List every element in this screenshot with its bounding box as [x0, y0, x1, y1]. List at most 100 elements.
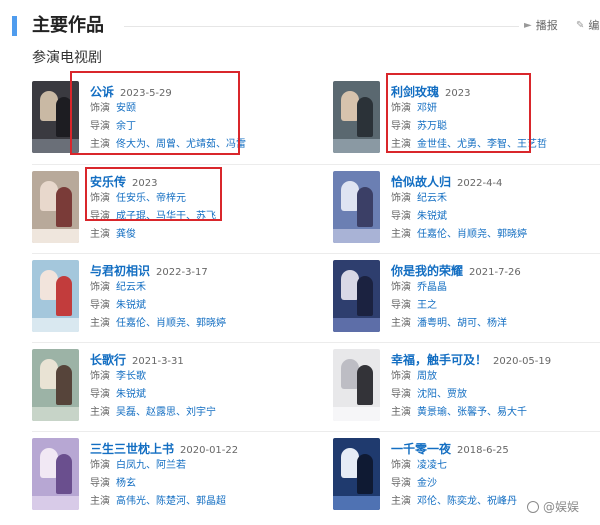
drama-poster[interactable] [333, 438, 380, 510]
cast-link[interactable]: 肖顺尧 [447, 229, 487, 240]
cast-link[interactable]: 潘粤明 [417, 318, 447, 329]
drama-poster[interactable] [32, 260, 79, 332]
edit-button[interactable]: ✎ 编 [576, 18, 599, 34]
cast-link[interactable]: 高伟光 [116, 496, 146, 507]
role-label: 饰演 [90, 371, 110, 382]
drama-title-link[interactable]: 长歌行 [90, 353, 126, 367]
cast-link[interactable]: 邓伦 [417, 496, 437, 507]
drama-poster[interactable] [32, 349, 79, 421]
cast-link[interactable]: 郭晓婷 [186, 318, 226, 329]
cast-link[interactable]: 郭晶超 [186, 496, 226, 507]
drama-title-link[interactable]: 与君初相识 [90, 264, 150, 278]
poster-figure [56, 97, 72, 137]
director-label: 导演 [391, 478, 411, 489]
role-label: 饰演 [391, 193, 411, 204]
drama-poster[interactable] [32, 171, 79, 243]
drama-title-link[interactable]: 利剑玫瑰 [391, 85, 439, 99]
cast-link[interactable]: 王艺哲 [507, 139, 547, 150]
cast-line: 主演吴磊赵露思刘宇宁 [90, 404, 300, 421]
cast-link[interactable]: 杨洋 [477, 318, 507, 329]
director-line: 导演 朱锐斌 [391, 208, 600, 225]
drama-poster[interactable] [32, 81, 79, 153]
cast-link[interactable]: 任嘉伦 [417, 229, 447, 240]
drama-release-date: 2022-3-17 [156, 267, 208, 278]
cast-label: 主演 [391, 496, 411, 507]
role-value[interactable]: 纪云禾 [417, 193, 447, 204]
cast-link[interactable]: 吴磊 [116, 407, 136, 418]
cast-link[interactable]: 尤勇 [447, 139, 477, 150]
cast-link[interactable]: 胡可 [447, 318, 477, 329]
cast-link[interactable]: 刘宇宁 [176, 407, 216, 418]
cast-link[interactable]: 龚俊 [116, 229, 136, 240]
role-value[interactable]: 凌凌七 [417, 460, 447, 471]
director-link[interactable]: 苏万聪 [417, 121, 447, 132]
drama-poster[interactable] [333, 81, 380, 153]
cast-link[interactable]: 冯雷 [216, 139, 246, 150]
drama-item: 幸福，触手可及！2020-05-19饰演周放导演沈阳贾放主演黄景瑜张馨予易大千 [333, 349, 600, 427]
role-line: 饰演 纪云禾 [90, 279, 300, 296]
drama-grid: 公诉2023-5-29饰演安颐导演余丁主演佟大为周曾尤靖茹冯雷利剑玫瑰2023饰… [32, 75, 600, 520]
cast-link[interactable]: 陈楚河 [146, 496, 186, 507]
role-value[interactable]: 周放 [417, 371, 437, 382]
role-value[interactable]: 白凤九、阿兰若 [116, 460, 186, 471]
director-link[interactable]: 余丁 [116, 121, 136, 132]
director-link[interactable]: 成子琨 [116, 211, 146, 222]
cast-label: 主演 [90, 229, 110, 240]
cast-link[interactable]: 周曾 [146, 139, 176, 150]
director-link[interactable]: 金沙 [417, 478, 437, 489]
cast-link[interactable]: 易大千 [487, 407, 527, 418]
role-value[interactable]: 邓妍 [417, 103, 437, 114]
cast-link[interactable]: 任嘉伦 [116, 318, 146, 329]
role-label: 饰演 [90, 282, 110, 293]
cast-link[interactable]: 李智 [477, 139, 507, 150]
director-link[interactable]: 苏飞 [186, 211, 216, 222]
cast-label: 主演 [90, 407, 110, 418]
cast-link[interactable]: 尤靖茹 [176, 139, 216, 150]
role-line: 饰演 乔晶晶 [391, 279, 600, 296]
role-value[interactable]: 李长歌 [116, 371, 146, 382]
drama-title-link[interactable]: 安乐传 [90, 175, 126, 189]
cast-link[interactable]: 张馨予 [447, 407, 487, 418]
role-value[interactable]: 纪云禾 [116, 282, 146, 293]
cast-link[interactable]: 陈奕龙 [437, 496, 477, 507]
role-value[interactable]: 乔晶晶 [417, 282, 447, 293]
drama-poster[interactable] [333, 260, 380, 332]
director-link[interactable]: 沈阳 [417, 389, 437, 400]
director-link[interactable]: 朱锐斌 [116, 300, 146, 311]
director-link[interactable]: 贾放 [437, 389, 467, 400]
cast-link[interactable]: 佟大为 [116, 139, 146, 150]
drama-title-link[interactable]: 一千零一夜 [391, 442, 451, 456]
director-link[interactable]: 朱锐斌 [116, 389, 146, 400]
poster-figure [357, 187, 373, 227]
cast-link[interactable]: 郭晓婷 [487, 229, 527, 240]
cast-link[interactable]: 黄景瑜 [417, 407, 447, 418]
drama-poster[interactable] [32, 438, 79, 510]
cast-link[interactable]: 祝峰丹 [477, 496, 517, 507]
director-link[interactable]: 王之 [417, 300, 437, 311]
poster-figure [56, 454, 72, 494]
cast-line: 主演任嘉伦肖顺尧郭晓婷 [90, 315, 300, 332]
cast-link[interactable]: 赵露思 [136, 407, 176, 418]
drama-poster[interactable] [333, 349, 380, 421]
drama-row: 与君初相识2022-3-17饰演纪云禾导演朱锐斌主演任嘉伦肖顺尧郭晓婷你是我的荣… [32, 253, 600, 342]
role-line: 饰演 安颐 [90, 100, 300, 117]
poster-footer [32, 407, 79, 421]
cast-link[interactable]: 金世佳 [417, 139, 447, 150]
role-value[interactable]: 安颐 [116, 103, 136, 114]
director-label: 导演 [90, 478, 110, 489]
cast-label: 主演 [90, 139, 110, 150]
drama-title-link[interactable]: 你是我的荣耀 [391, 264, 463, 278]
drama-poster[interactable] [333, 171, 380, 243]
cast-link[interactable]: 肖顺尧 [146, 318, 186, 329]
role-value[interactable]: 任安乐、帝梓元 [116, 193, 186, 204]
drama-title-link[interactable]: 恰似故人归 [391, 175, 451, 189]
play-button[interactable]: ► 播报 [524, 18, 558, 34]
drama-title-link[interactable]: 三生三世枕上书 [90, 442, 174, 456]
director-label: 导演 [90, 211, 110, 222]
director-link[interactable]: 朱锐斌 [417, 211, 447, 222]
director-link[interactable]: 杨玄 [116, 478, 136, 489]
director-link[interactable]: 马华干 [146, 211, 186, 222]
cast-line: 主演 龚俊 [90, 226, 300, 243]
drama-title-link[interactable]: 幸福，触手可及！ [391, 353, 487, 367]
drama-title-link[interactable]: 公诉 [90, 85, 114, 99]
